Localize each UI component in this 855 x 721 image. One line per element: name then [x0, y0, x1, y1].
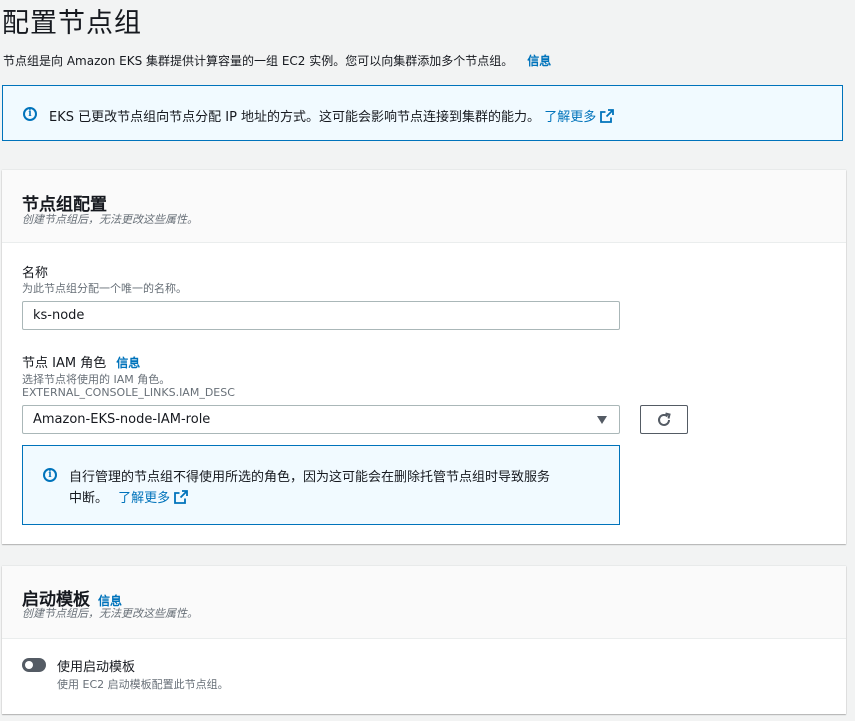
name-field-label: 名称 [22, 266, 49, 281]
nodegroup-config-header: 节点组配置 创建节点组后，无法更改这些属性。 [2, 170, 846, 243]
iam-role-label-text: 节点 IAM 角色 [22, 356, 107, 371]
iam-role-select[interactable]: Amazon-EKS-node-IAM-role [22, 405, 620, 434]
refresh-icon [658, 412, 671, 426]
launch-template-panel: 启动模板 信息 创建节点组后，无法更改这些属性。 使用启动模板 使用 EC2 启动… [2, 566, 846, 714]
iam-role-selected-value: Amazon-EKS-node-IAM-role [33, 412, 211, 427]
ip-change-alert-text: EKS 已更改节点组向节点分配 IP 地址的方式。这可能会影响节点连接到集群的能… [49, 106, 615, 125]
iam-role-help-2: EXTERNAL_CONSOLE_LINKS.IAM_DESC [22, 386, 235, 399]
page-title: 配置节点组 [2, 8, 142, 39]
ip-change-alert-message: EKS 已更改节点组向节点分配 IP 地址的方式。这可能会影响节点连接到集群的能… [49, 110, 541, 125]
ip-change-alert: i EKS 已更改节点组向节点分配 IP 地址的方式。这可能会影响节点连接到集群… [2, 85, 843, 141]
caret-down-icon [597, 416, 607, 424]
launch-template-toggle[interactable] [22, 658, 46, 672]
iam-role-alert-line2-text: 中断。 [69, 491, 109, 506]
learn-more-label: 了解更多 [118, 491, 171, 506]
refresh-roles-button[interactable] [640, 405, 688, 434]
name-field-help: 为此节点组分配一个唯一的名称。 [22, 282, 187, 295]
launch-template-toggle-label: 使用启动模板 [57, 660, 136, 675]
launch-template-subtitle: 创建节点组后，无法更改这些属性。 [22, 607, 198, 620]
iam-role-learn-more-link[interactable]: 了解更多 [118, 490, 189, 506]
iam-role-help: 选择节点将使用的 IAM 角色。 [22, 373, 171, 386]
iam-role-alert-line2: 中断。 了解更多 [69, 487, 189, 506]
info-icon: i [43, 468, 57, 482]
iam-role-info-link[interactable]: 信息 [116, 356, 140, 370]
ip-change-learn-more-link[interactable]: 了解更多 [544, 109, 615, 125]
nodegroup-config-subtitle: 创建节点组后，无法更改这些属性。 [22, 213, 198, 226]
info-icon: i [23, 107, 37, 121]
configure-nodegroup-page: 配置节点组 节点组是向 Amazon EKS 集群提供计算容量的一组 EC2 实… [0, 0, 855, 721]
page-description: 节点组是向 Amazon EKS 集群提供计算容量的一组 EC2 实例。您可以向… [3, 52, 551, 69]
toggle-knob [25, 661, 33, 669]
external-link-icon [600, 109, 615, 123]
launch-template-header: 启动模板 信息 创建节点组后，无法更改这些属性。 [2, 566, 846, 639]
page-description-text: 节点组是向 Amazon EKS 集群提供计算容量的一组 EC2 实例。您可以向… [3, 54, 514, 68]
name-input[interactable] [22, 301, 620, 330]
learn-more-label: 了解更多 [544, 110, 597, 125]
external-link-icon [174, 490, 189, 504]
iam-role-alert-line1: 自行管理的节点组不得使用所选的角色，因为这可能会在删除托管节点组时导致服务 [69, 470, 551, 485]
launch-template-toggle-help: 使用 EC2 启动模板配置此节点组。 [57, 678, 229, 691]
nodegroup-config-panel: 节点组配置 创建节点组后，无法更改这些属性。 名称 为此节点组分配一个唯一的名称… [2, 170, 846, 544]
page-info-link[interactable]: 信息 [527, 54, 551, 68]
iam-role-label: 节点 IAM 角色 信息 [22, 352, 140, 371]
iam-role-alert: i 自行管理的节点组不得使用所选的角色，因为这可能会在删除托管节点组时导致服务 … [22, 445, 620, 525]
